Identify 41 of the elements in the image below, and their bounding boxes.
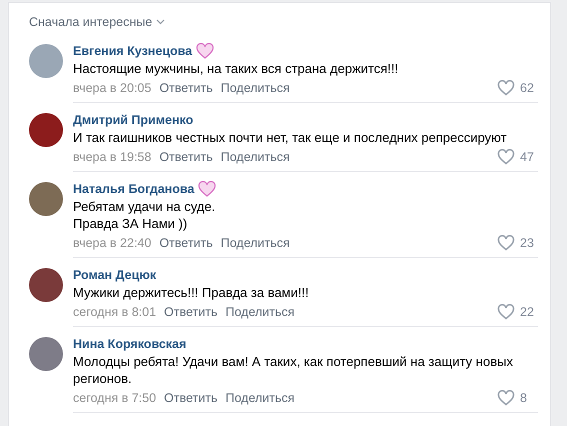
author-name[interactable]: Нина Коряковская [73, 337, 186, 351]
share-link[interactable]: Поделиться [220, 236, 290, 250]
reply-link[interactable]: Ответить [159, 236, 213, 250]
comment-text: Мужики держитесь!!! Правда за вами!!! [73, 284, 310, 301]
comment-time: вчера в 20:05 [73, 81, 152, 95]
author-name[interactable]: Евгения Кузнецова [73, 44, 192, 58]
like-count: 47 [520, 150, 535, 164]
avatar[interactable] [29, 182, 63, 216]
avatar[interactable] [29, 268, 63, 302]
comment-time: вчера в 22:40 [73, 236, 152, 250]
author-name[interactable]: Дмитрий Применко [73, 113, 194, 127]
comment-text: Молодцы ребята! Удачи вам! А таких, как потерпевший на защиту новых регионов. [73, 353, 514, 387]
like-icon[interactable] [497, 390, 515, 406]
sort-dropdown[interactable]: Сначала интересные [29, 15, 166, 29]
avatar[interactable] [29, 337, 63, 371]
share-link[interactable]: Поделиться [220, 81, 290, 95]
reply-link[interactable]: Ответить [159, 150, 213, 164]
like-icon[interactable] [497, 304, 515, 320]
comment-time: сегодня в 7:50 [73, 391, 156, 405]
like-count: 23 [520, 236, 535, 250]
reply-link[interactable]: Ответить [164, 391, 218, 405]
share-link[interactable]: Поделиться [225, 391, 295, 405]
author-name[interactable]: Роман Децюк [73, 268, 156, 282]
like-icon[interactable] [497, 80, 515, 96]
author-name[interactable]: Наталья Богданова [73, 182, 194, 196]
reply-link[interactable]: Ответить [164, 305, 218, 319]
caret-icon [156, 19, 166, 25]
like-icon[interactable] [497, 149, 515, 165]
comment-time: вчера в 19:58 [73, 150, 152, 164]
like-count: 8 [520, 391, 528, 405]
comment-time: сегодня в 8:01 [73, 305, 156, 319]
comment-text: Настоящие мужчины, на таких вся страна держится!!! [73, 60, 400, 77]
like-icon[interactable] [497, 235, 515, 251]
comment-text: Ребятам удачи на суде. Правда ЗА Нами )) [73, 198, 216, 232]
share-link[interactable]: Поделиться [220, 150, 290, 164]
like-count: 62 [520, 81, 535, 95]
like-count: 22 [520, 305, 535, 319]
reply-link[interactable]: Ответить [159, 81, 213, 95]
avatar[interactable] [29, 113, 63, 147]
comment-text: И так гаишников честных почти нет, так еще и последних репрессируют [73, 129, 508, 146]
share-link[interactable]: Поделиться [225, 305, 295, 319]
